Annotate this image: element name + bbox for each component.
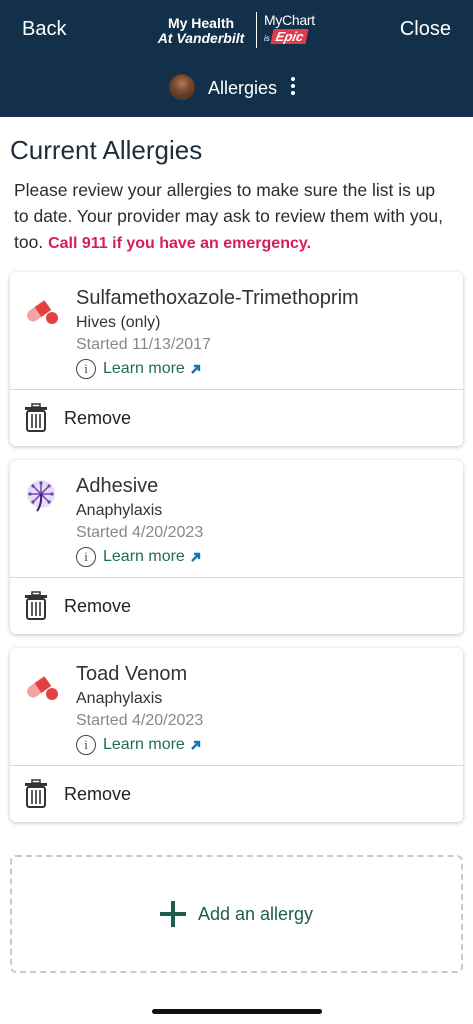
close-button[interactable]: Close xyxy=(400,18,451,41)
remove-button[interactable]: Remove xyxy=(10,390,463,446)
reaction-text: Hives (only) xyxy=(76,314,161,331)
learn-more-link[interactable]: i Learn more xyxy=(76,546,203,568)
external-link-icon xyxy=(190,552,201,562)
emergency-notice: Call 911 if you have an emergency. xyxy=(48,235,312,252)
reaction-text: Anaphylaxis xyxy=(76,690,163,707)
remove-label: Remove xyxy=(64,595,132,616)
medication-pill-icon xyxy=(27,300,58,324)
section-title: Allergies xyxy=(208,78,278,98)
learn-more-link[interactable]: i Learn more xyxy=(76,734,203,756)
trash-icon xyxy=(25,591,47,620)
home-indicator[interactable] xyxy=(152,1009,322,1014)
remove-label: Remove xyxy=(64,783,132,804)
add-allergy-label: Add an allergy xyxy=(197,903,314,924)
remove-label: Remove xyxy=(64,407,132,428)
started-date: Started 4/20/2023 xyxy=(76,524,204,541)
medication-pill-icon xyxy=(27,676,58,700)
remove-button[interactable]: Remove xyxy=(10,578,463,634)
allergen-name: Adhesive xyxy=(76,475,159,497)
allergen-name: Toad Venom xyxy=(76,663,188,685)
intro-text: Please review your allergies to make sur… xyxy=(14,177,454,257)
mychart-label: MyChart xyxy=(264,12,315,28)
section-subnav: Allergies xyxy=(0,72,473,104)
app-header: Back My Health At Vanderbilt MyChart is E… xyxy=(0,0,473,117)
is-label: is xyxy=(264,34,270,43)
more-options-icon[interactable] xyxy=(289,77,297,99)
back-button[interactable]: Back xyxy=(22,18,66,41)
app-logo: My Health At Vanderbilt MyChart is Epic xyxy=(152,12,322,50)
learn-more-label: Learn more xyxy=(103,736,185,753)
my-health-logo: My Health At Vanderbilt xyxy=(152,16,250,46)
allergen-name: Sulfamethoxazole-Trimethoprim xyxy=(76,287,359,309)
trash-icon xyxy=(25,779,47,808)
dandelion-icon xyxy=(27,480,55,512)
logo-line-2: At Vanderbilt xyxy=(157,30,245,46)
allergy-card: Toad Venom Anaphylaxis Started 4/20/2023… xyxy=(10,648,463,822)
learn-more-link[interactable]: i Learn more xyxy=(76,358,203,380)
learn-more-label: Learn more xyxy=(103,360,185,377)
plus-icon xyxy=(159,901,186,927)
trash-icon xyxy=(25,403,47,432)
allergy-card: Sulfamethoxazole-Trimethoprim Hives (onl… xyxy=(10,272,463,446)
started-date: Started 11/13/2017 xyxy=(76,336,211,353)
allergy-card-details: Adhesive Anaphylaxis Started 4/20/2023 i… xyxy=(10,460,463,577)
info-icon: i xyxy=(76,359,96,379)
external-link-icon xyxy=(190,740,201,750)
logo-line-1: My Health xyxy=(167,15,235,31)
remove-button[interactable]: Remove xyxy=(10,766,463,822)
add-allergy-button[interactable]: Add an allergy xyxy=(10,855,463,973)
reaction-text: Anaphylaxis xyxy=(76,502,163,519)
started-date: Started 4/20/2023 xyxy=(76,712,204,729)
logo-divider xyxy=(256,12,257,48)
is-epic-line: is Epic xyxy=(264,29,324,44)
info-icon: i xyxy=(76,735,96,755)
allergy-card: Adhesive Anaphylaxis Started 4/20/2023 i… xyxy=(10,460,463,634)
mychart-logo: MyChart is Epic xyxy=(264,12,324,44)
learn-more-label: Learn more xyxy=(103,548,185,565)
external-link-icon xyxy=(190,364,201,374)
info-icon: i xyxy=(76,547,96,567)
page-title: Current Allergies xyxy=(10,135,203,165)
epic-label: Epic xyxy=(270,29,309,44)
avatar[interactable] xyxy=(169,74,195,100)
allergy-card-details: Toad Venom Anaphylaxis Started 4/20/2023… xyxy=(10,648,463,765)
allergy-card-details: Sulfamethoxazole-Trimethoprim Hives (onl… xyxy=(10,272,463,389)
